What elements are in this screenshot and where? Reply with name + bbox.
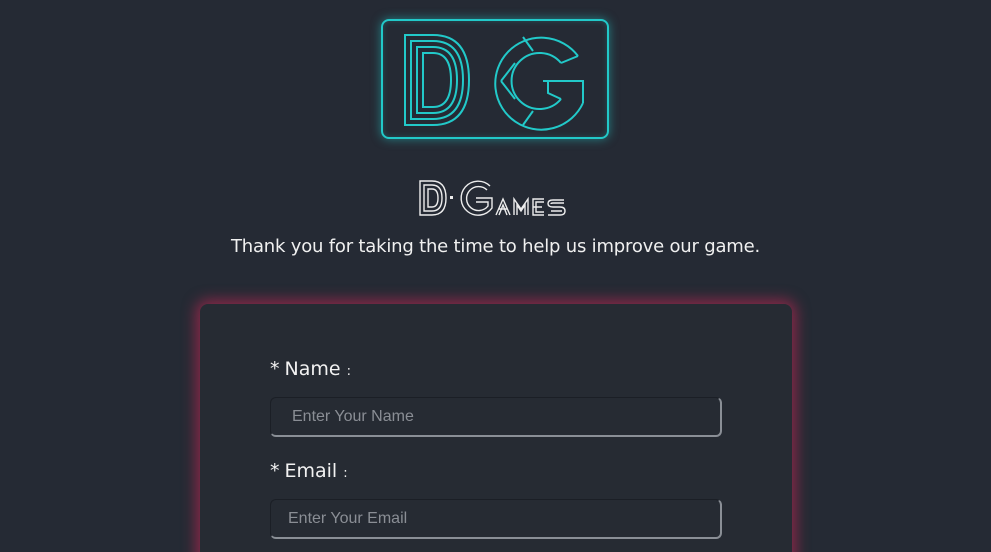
email-input[interactable]: [270, 499, 722, 539]
email-label-text: Email: [284, 460, 338, 482]
name-input[interactable]: [270, 397, 722, 437]
brand-wordmark: [418, 178, 578, 220]
feedback-form: *Name: *Email:: [200, 304, 792, 552]
name-label-text: Name: [284, 358, 341, 380]
label-colon: :: [346, 364, 351, 379]
tagline: Thank you for taking the time to help us…: [230, 236, 761, 257]
required-marker: *: [270, 358, 280, 380]
label-colon: :: [343, 466, 348, 481]
email-label: * Email:: [270, 460, 348, 482]
dgames-wordmark-icon: [419, 180, 566, 216]
name-label: * Name:: [270, 358, 351, 380]
dg-monogram-icon: [404, 34, 584, 131]
required-marker: *: [270, 460, 280, 482]
feedback-page: Thank you for taking the time to help us…: [0, 0, 991, 552]
dg-logo: [381, 19, 609, 139]
